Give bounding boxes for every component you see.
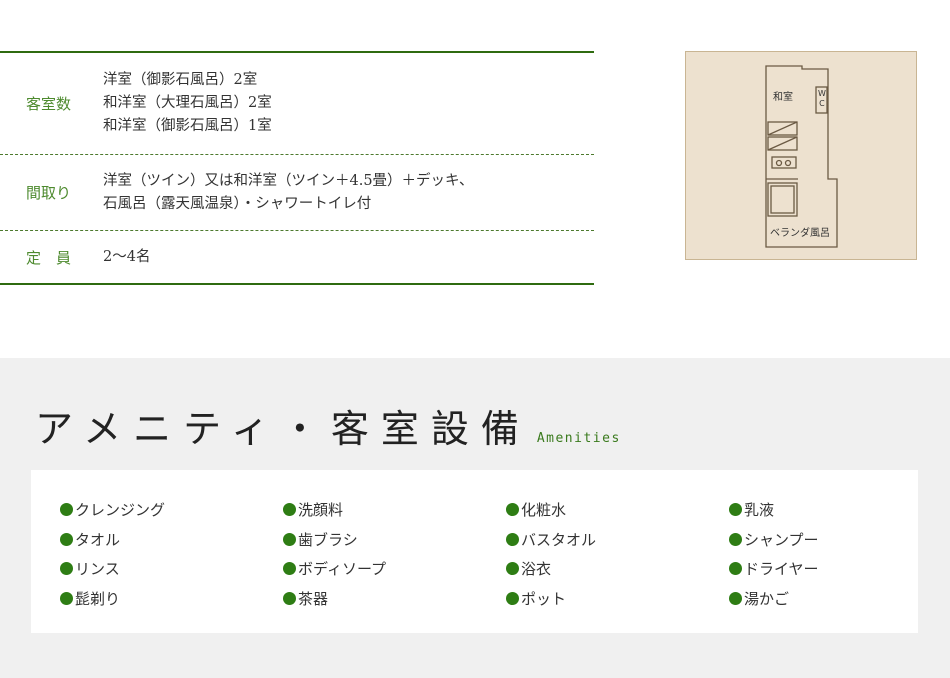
- amenity-label: バスタオル: [521, 530, 597, 549]
- bath-inner: [770, 185, 795, 214]
- amenity-label: タオル: [75, 530, 121, 549]
- amenity-item: リンス: [60, 554, 283, 584]
- amenity-item: ボディソープ: [283, 554, 506, 584]
- amenity-label: 洗顔料: [298, 501, 344, 520]
- bullet-dot-icon: [729, 503, 742, 517]
- room-info-table: 客室数 洋室（御影石風呂）2室 和洋室（大理石風呂）2室 和洋室（御影石風呂）1…: [0, 51, 594, 285]
- amenity-label: ポット: [521, 589, 567, 608]
- amenity-label: 浴衣: [521, 560, 552, 579]
- capacity-line: 2～4名: [103, 248, 151, 265]
- amenity-label: ドライヤー: [744, 560, 819, 579]
- room-count-label: 客室数: [26, 95, 72, 113]
- amenity-item: 髭剃り: [60, 584, 283, 614]
- bullet-dot-icon: [60, 532, 73, 546]
- capacity-row: 定 員 2～4名: [0, 230, 594, 283]
- bullet-dot-icon: [60, 503, 73, 517]
- amenities-box: クレンジング 洗顔料 化粧水 乳液タオル 歯ブラシ バスタオル シャンプーリンス ボディソープ…: [31, 470, 918, 633]
- layout-line: 石風呂（露天風温泉）・シャワートイレ付: [103, 195, 372, 212]
- room-count-value: 洋室（御影石風呂）2室 和洋室（大理石風呂）2室 和洋室（御影石風呂）1室: [103, 69, 272, 138]
- amenity-item: 洗顔料: [283, 495, 506, 525]
- amenities-list: クレンジング 洗顔料 化粧水 乳液タオル 歯ブラシ バスタオル シャンプーリンス ボディソープ…: [60, 495, 889, 613]
- amenity-item: クレンジング: [60, 495, 283, 525]
- amenity-item: 浴衣: [506, 554, 729, 584]
- bullet-dot-icon: [283, 591, 296, 605]
- amenity-item: ドライヤー: [729, 554, 889, 584]
- amenity-label: 髭剃り: [75, 589, 121, 608]
- amenity-label: ボディソープ: [298, 560, 387, 579]
- amenity-item: バスタオル: [506, 525, 729, 555]
- amenity-item: タオル: [60, 525, 283, 555]
- floor-plan: 和室 W C ベランダ風呂: [685, 51, 917, 260]
- wc-label-top: W: [818, 89, 826, 98]
- room-count-row: 客室数 洋室（御影石風呂）2室 和洋室（大理石風呂）2室 和洋室（御影石風呂）1…: [0, 53, 594, 154]
- sink-box: [771, 156, 797, 169]
- amenity-label: クレンジング: [75, 501, 166, 520]
- bath-outer: [767, 182, 798, 217]
- room-count-line: 和洋室（御影石風呂）1室: [103, 118, 272, 134]
- amenity-item: 乳液: [729, 495, 889, 525]
- amenities-title-en: Amenities: [536, 431, 621, 446]
- room-count-line: 洋室（御影石風呂）2室: [103, 72, 258, 88]
- layout-value: 洋室（ツイン）又は和洋室（ツイン＋4.5畳）＋デッキ、 石風呂（露天風温泉）・シ…: [103, 170, 473, 216]
- layout-label: 間取り: [26, 184, 72, 202]
- amenities-title: アメニティ・客室設備: [35, 407, 531, 451]
- bullet-dot-icon: [283, 532, 296, 546]
- amenity-item: 湯かご: [729, 584, 889, 614]
- amenity-item: シャンプー: [729, 525, 889, 555]
- amenity-label: 歯ブラシ: [298, 530, 358, 549]
- amenity-label: 乳液: [744, 501, 775, 520]
- room-count-line: 和洋室（大理石風呂）2室: [103, 95, 272, 111]
- bullet-dot-icon: [506, 562, 519, 576]
- amenity-label: 化粧水: [521, 501, 567, 520]
- bullet-dot-icon: [506, 532, 519, 546]
- veranda-bath-label: ベランダ風呂: [770, 228, 830, 239]
- layout-row: 間取り 洋室（ツイン）又は和洋室（ツイン＋4.5畳）＋デッキ、 石風呂（露天風温…: [0, 154, 594, 230]
- bullet-dot-icon: [283, 562, 296, 576]
- bullet-dot-icon: [283, 503, 296, 517]
- bullet-dot-icon: [60, 591, 73, 605]
- layout-line: 洋室（ツイン）又は和洋室（ツイン＋4.5畳）＋デッキ、: [103, 172, 474, 189]
- capacity-value: 2～4名: [103, 246, 150, 269]
- amenities-section: アメニティ・客室設備 Amenities クレンジング 洗顔料 化粧水 乳液タオル 歯ブ…: [0, 358, 950, 678]
- amenity-label: 茶器: [298, 589, 329, 608]
- amenity-label: リンス: [75, 560, 120, 579]
- bullet-dot-icon: [729, 591, 742, 605]
- section-title: アメニティ・客室設備 Amenities: [35, 398, 621, 453]
- amenity-item: 歯ブラシ: [283, 525, 506, 555]
- bullet-dot-icon: [60, 562, 73, 576]
- amenity-label: 湯かご: [744, 589, 790, 608]
- amenity-label: シャンプー: [744, 530, 819, 549]
- bullet-dot-icon: [506, 591, 519, 605]
- amenity-item: 茶器: [283, 584, 506, 614]
- bullet-dot-icon: [729, 562, 742, 576]
- bullet-dot-icon: [506, 503, 519, 517]
- wc-label: W C: [818, 89, 826, 109]
- amenity-item: ポット: [506, 584, 729, 614]
- wc-label-bottom: C: [819, 99, 825, 108]
- amenity-item: 化粧水: [506, 495, 729, 525]
- bullet-dot-icon: [729, 532, 742, 546]
- capacity-label: 定 員: [26, 248, 72, 267]
- washitsu-label: 和室: [773, 92, 793, 103]
